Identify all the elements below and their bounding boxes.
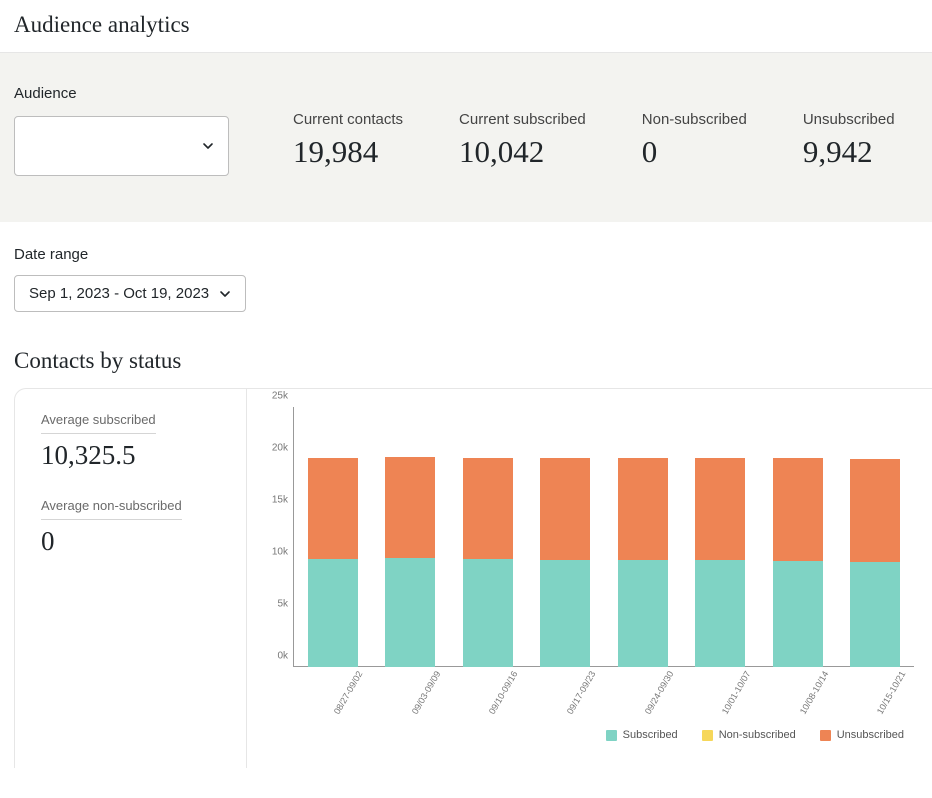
chart-bar-stack[interactable] [540,458,590,667]
stat-value: 19,984 [293,134,403,170]
audience-select[interactable] [14,116,229,176]
stat-label: Non-subscribed [642,111,747,128]
chart-bar-segment [463,458,513,559]
chart-bar-slot [837,459,915,667]
swatch-non-subscribed-icon [702,730,713,741]
stat-label: Unsubscribed [803,111,895,128]
chart-ytick: 25k [258,391,288,402]
stat-value: 9,942 [803,134,895,170]
stat-value: 10,042 [459,134,586,170]
chart-bar-slot [372,457,450,667]
avg-non-subscribed-label: Average non-subscribed [41,498,182,520]
chart-bar-slot [682,458,760,667]
chart-bar-slot [294,458,372,667]
daterange-section: Date range Sep 1, 2023 - Oct 19, 2023 [0,222,932,312]
stat-label: Current contacts [293,111,403,128]
chart-plot: 0k5k10k15k20k25k [293,407,914,667]
audience-label: Audience [14,85,229,102]
chevron-down-icon [202,140,214,152]
filters-panel: Audience Current contacts 19,984 Current… [0,53,932,222]
avg-non-subscribed-value: 0 [41,526,220,557]
chart-bars-area [294,407,914,667]
chart-bar-segment [618,458,668,560]
daterange-value: Sep 1, 2023 - Oct 19, 2023 [29,285,209,302]
chart-bar-segment [695,560,745,667]
chart-ytick: 15k [258,495,288,506]
chevron-down-icon [219,288,231,300]
chart-bar-stack[interactable] [850,459,900,667]
daterange-label: Date range [14,246,918,263]
page-title: Audience analytics [0,0,932,53]
avg-subscribed-block: Average subscribed 10,325.5 [41,411,220,471]
chart-ytick: 10k [258,547,288,558]
chart-bar-segment [695,458,745,560]
chart-bar-segment [540,560,590,667]
avg-non-subscribed-block: Average non-subscribed 0 [41,497,220,557]
avg-subscribed-value: 10,325.5 [41,440,220,471]
stats-row: Current contacts 19,984 Current subscrib… [293,85,918,170]
stat-value: 0 [642,134,747,170]
chart-bar-slot [759,458,837,667]
stat-unsubscribed: Unsubscribed 9,942 [803,111,895,170]
chart-bar-segment [773,561,823,667]
stat-label: Current subscribed [459,111,586,128]
chart-bar-slot [527,458,605,667]
chart-bar-segment [773,458,823,561]
chart-bar-segment [540,458,590,560]
chart-ytick: 20k [258,443,288,454]
contacts-by-status-title: Contacts by status [0,312,932,388]
chart-bar-segment [618,560,668,667]
chart-bar-slot [604,458,682,667]
chart-bar-segment [308,458,358,559]
status-summary-side: Average subscribed 10,325.5 Average non-… [15,389,247,768]
chart-bar-segment [385,558,435,667]
chart-bar-stack[interactable] [773,458,823,667]
stat-current-contacts: Current contacts 19,984 [293,111,403,170]
chart-bar-segment [463,559,513,667]
chart-bar-stack[interactable] [385,457,435,667]
chart-bar-stack[interactable] [695,458,745,667]
chart-ytick: 5k [258,599,288,610]
chart-bar-stack[interactable] [618,458,668,667]
chart-bar-stack[interactable] [463,458,513,667]
chart-bar-stack[interactable] [308,458,358,667]
chart-bar-segment [850,562,900,667]
chart-ytick: 0k [258,651,288,662]
audience-filter-block: Audience [14,85,229,176]
chart-bar-segment [850,459,900,562]
stat-non-subscribed: Non-subscribed 0 [642,111,747,170]
contacts-by-status-panel: Average subscribed 10,325.5 Average non-… [14,388,932,768]
avg-subscribed-label: Average subscribed [41,412,156,434]
chart-bar-segment [308,559,358,667]
stat-current-subscribed: Current subscribed 10,042 [459,111,586,170]
chart-bar-segment [385,457,435,558]
chart-bar-slot [449,458,527,667]
chart-xaxis: 08/27-09/0209/03-09/0909/10-09/1609/17-0… [293,667,914,723]
chart-wrap: 0k5k10k15k20k25k 08/27-09/0209/03-09/090… [247,389,932,768]
daterange-select[interactable]: Sep 1, 2023 - Oct 19, 2023 [14,275,246,312]
